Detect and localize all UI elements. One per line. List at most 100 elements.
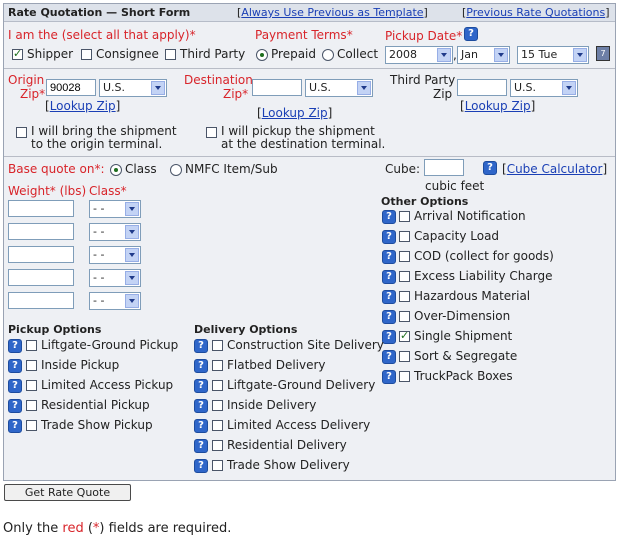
inside-delivery-label: Inside Delivery — [227, 398, 317, 412]
help-icon[interactable]: ? — [194, 459, 208, 473]
construction-site-delivery-checkbox[interactable] — [212, 340, 223, 351]
help-icon[interactable]: ? — [8, 379, 22, 393]
help-icon[interactable]: ? — [8, 399, 22, 413]
third-party-zip-label-1: Third Party — [390, 73, 456, 87]
help-icon[interactable]: ? — [194, 399, 208, 413]
use-previous-template-link[interactable]: Always Use Previous as Template — [241, 6, 423, 19]
help-icon[interactable]: ? — [8, 339, 22, 353]
help-icon[interactable]: ? — [382, 210, 396, 224]
residential-pickup-checkbox[interactable] — [26, 400, 37, 411]
help-icon[interactable]: ? — [194, 439, 208, 453]
help-icon[interactable]: ? — [194, 359, 208, 373]
consignee-checkbox[interactable] — [81, 49, 92, 60]
bracket-close: ] — [327, 106, 333, 120]
liftgate-ground-pickup-checkbox[interactable] — [26, 340, 37, 351]
prepaid-radio[interactable] — [256, 49, 268, 61]
help-icon[interactable]: ? — [194, 339, 208, 353]
class-value: - - — [93, 202, 105, 215]
help-icon[interactable]: ? — [382, 350, 396, 364]
collect-radio[interactable] — [322, 49, 334, 61]
hazardous-material-checkbox[interactable] — [399, 291, 410, 302]
shipper-checkbox[interactable] — [12, 47, 23, 60]
flatbed-delivery-checkbox[interactable] — [212, 360, 223, 371]
class-select-5[interactable]: - - — [89, 292, 141, 310]
single-shipment-checkbox[interactable] — [399, 329, 410, 342]
trade-show-pickup-checkbox[interactable] — [26, 420, 37, 431]
help-icon[interactable]: ? — [382, 250, 396, 264]
origin-country-select[interactable]: U.S. — [99, 79, 167, 97]
liftgate-ground-delivery-checkbox[interactable] — [212, 380, 223, 391]
destination-zip-label: Zip* — [223, 87, 249, 101]
bring-to-origin-label-2: to the origin terminal. — [31, 137, 163, 151]
class-select-1[interactable]: - - — [89, 200, 141, 218]
cod-checkbox[interactable] — [399, 251, 410, 262]
note-suffix: ) fields are required. — [99, 521, 232, 536]
truckpack-boxes-checkbox[interactable] — [399, 371, 410, 382]
weight-input-4[interactable] — [8, 269, 74, 286]
trade-show-delivery-checkbox[interactable] — [212, 460, 223, 471]
weight-input-1[interactable] — [8, 200, 74, 217]
destination-country-select[interactable]: U.S. — [305, 79, 373, 97]
third-party-country-select[interactable]: U.S. — [510, 79, 578, 97]
inside-pickup-checkbox[interactable] — [26, 360, 37, 371]
help-icon[interactable]: ? — [194, 379, 208, 393]
class-select-2[interactable]: - - — [89, 223, 141, 241]
origin-zip-input[interactable] — [46, 79, 96, 96]
limited-access-delivery-checkbox[interactable] — [212, 420, 223, 431]
previous-rate-quotations-link[interactable]: Previous Rate Quotations — [466, 6, 605, 19]
third-party-lookup-zip-link[interactable]: Lookup Zip — [465, 99, 531, 113]
truckpack-boxes-label: TruckPack Boxes — [414, 369, 513, 383]
pickup-at-destination-checkbox[interactable] — [206, 127, 217, 138]
class-select-3[interactable]: - - — [89, 246, 141, 264]
third-party-country-value: U.S. — [514, 81, 537, 94]
help-icon[interactable]: ? — [382, 370, 396, 384]
origin-lookup-zip-link[interactable]: Lookup Zip — [50, 99, 116, 113]
sort-segregate-checkbox[interactable] — [399, 351, 410, 362]
class-select-4[interactable]: - - — [89, 269, 141, 287]
help-icon[interactable]: ? — [194, 419, 208, 433]
calendar-icon[interactable]: 7 — [596, 46, 610, 61]
pickup-year-select[interactable]: 2008 — [385, 46, 453, 64]
help-icon[interactable]: ? — [8, 359, 22, 373]
help-icon[interactable]: ? — [382, 330, 396, 344]
limited-access-pickup-checkbox[interactable] — [26, 380, 37, 391]
bracket-close: ] — [605, 6, 610, 19]
chevron-down-icon — [125, 248, 139, 262]
excess-liability-label: Excess Liability Charge — [414, 269, 553, 283]
help-icon[interactable]: ? — [464, 27, 478, 41]
help-icon[interactable]: ? — [8, 419, 22, 433]
pickup-month-select[interactable]: Jan — [457, 46, 510, 64]
capacity-load-checkbox[interactable] — [399, 231, 410, 242]
bracket-close: ] — [530, 99, 536, 113]
help-icon[interactable]: ? — [382, 290, 396, 304]
residential-delivery-checkbox[interactable] — [212, 440, 223, 451]
help-icon[interactable]: ? — [483, 161, 497, 175]
base-nmfc-radio[interactable] — [170, 164, 182, 176]
cube-input[interactable] — [424, 159, 464, 176]
weight-input-3[interactable] — [8, 246, 74, 263]
residential-pickup-label: Residential Pickup — [41, 398, 150, 412]
base-class-radio[interactable] — [110, 164, 122, 176]
get-rate-quote-button[interactable]: Get Rate Quote — [4, 484, 131, 501]
help-icon[interactable]: ? — [382, 310, 396, 324]
help-icon[interactable]: ? — [382, 230, 396, 244]
weight-input-5[interactable] — [8, 292, 74, 309]
help-icon[interactable]: ? — [382, 270, 396, 284]
third-party-zip-input[interactable] — [457, 79, 507, 96]
class-value: - - — [93, 271, 105, 284]
bring-to-origin-checkbox[interactable] — [16, 127, 27, 138]
template-link-wrap: [Always Use Previous as Template] — [237, 6, 428, 19]
liftgate-ground-delivery-label: Liftgate-Ground Delivery — [227, 378, 376, 392]
cube-calculator-link[interactable]: Cube Calculator — [507, 162, 603, 176]
destination-lookup-zip-link[interactable]: Lookup Zip — [262, 106, 328, 120]
pickup-day-select[interactable]: 15 Tue — [517, 46, 589, 64]
weight-input-2[interactable] — [8, 223, 74, 240]
divider — [4, 68, 615, 69]
over-dimension-checkbox[interactable] — [399, 311, 410, 322]
capacity-load-label: Capacity Load — [414, 229, 500, 243]
third-party-checkbox[interactable] — [165, 49, 176, 60]
destination-zip-input[interactable] — [252, 79, 302, 96]
excess-liability-checkbox[interactable] — [399, 271, 410, 282]
arrival-notification-checkbox[interactable] — [399, 211, 410, 222]
inside-delivery-checkbox[interactable] — [212, 400, 223, 411]
